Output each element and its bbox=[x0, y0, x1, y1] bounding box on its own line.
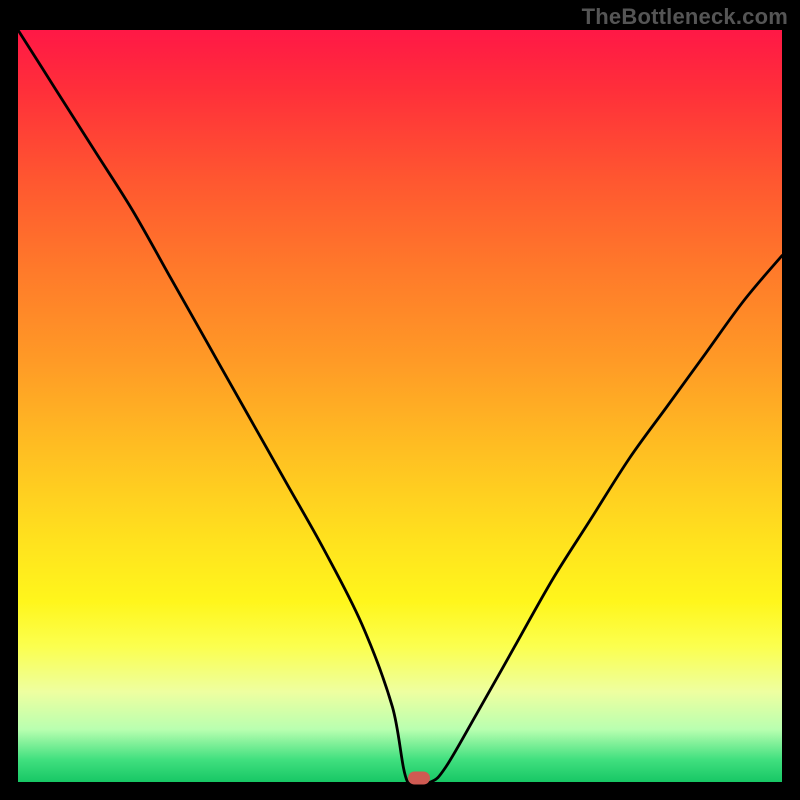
bottleneck-curve bbox=[18, 30, 782, 782]
plot-area bbox=[18, 30, 782, 782]
watermark-text: TheBottleneck.com bbox=[582, 4, 788, 30]
chart-frame: TheBottleneck.com bbox=[0, 0, 800, 800]
optimal-marker-icon bbox=[408, 772, 430, 785]
